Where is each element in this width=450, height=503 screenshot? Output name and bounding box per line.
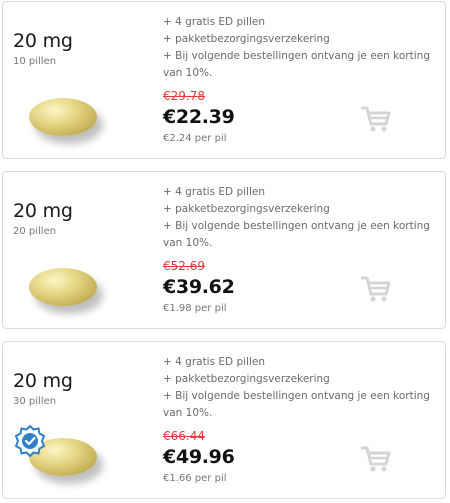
perk-item: + Bij volgende bestellingen ontvang je e… — [163, 220, 430, 232]
old-price: €29.78 — [163, 89, 205, 103]
perk-item: + pakketbezorgingsverzekering — [163, 33, 330, 45]
pill-count: 20 pillen — [13, 226, 57, 237]
old-price: €52.69 — [163, 259, 205, 273]
price-per-pill: €2.24 per pil — [163, 133, 227, 144]
offer-card: 20 mg 10 pillen + 4 gratis ED pillen + p… — [2, 1, 446, 159]
perk-item: + 4 gratis ED pillen — [163, 186, 266, 198]
price: €39.62 — [163, 276, 235, 298]
perk-item: + 4 gratis ED pillen — [163, 16, 266, 28]
offer-card: 20 mg 30 pillen + 4 gratis ED pillen + p… — [2, 341, 446, 499]
perk-item: van 10%. — [163, 407, 213, 419]
perks-list: + 4 gratis ED pillen + pakketbezorgingsv… — [163, 184, 443, 252]
price-per-pill: €1.66 per pil — [163, 473, 227, 484]
perk-item: + pakketbezorgingsverzekering — [163, 203, 330, 215]
add-to-cart-button[interactable] — [360, 105, 391, 133]
pill-count: 30 pillen — [13, 396, 57, 407]
shopping-cart-icon — [360, 106, 391, 132]
pill-count: 10 pillen — [13, 56, 57, 67]
perk-item: van 10%. — [163, 237, 213, 249]
perk-item: van 10%. — [163, 67, 213, 79]
shopping-cart-icon — [360, 276, 391, 302]
verified-badge-icon — [13, 424, 47, 458]
dose-label: 20 mg — [13, 370, 73, 392]
price: €22.39 — [163, 106, 235, 128]
dose-label: 20 mg — [13, 200, 73, 222]
perks-list: + 4 gratis ED pillen + pakketbezorgingsv… — [163, 354, 443, 422]
add-to-cart-button[interactable] — [360, 445, 391, 473]
old-price: €66.44 — [163, 429, 205, 443]
dose-label: 20 mg — [13, 30, 73, 52]
offer-card: 20 mg 20 pillen + 4 gratis ED pillen + p… — [2, 171, 446, 329]
pill-image — [29, 268, 97, 306]
perks-list: + 4 gratis ED pillen + pakketbezorgingsv… — [163, 14, 443, 82]
price: €49.96 — [163, 446, 235, 468]
perk-item: + pakketbezorgingsverzekering — [163, 373, 330, 385]
perk-item: + Bij volgende bestellingen ontvang je e… — [163, 50, 430, 62]
pill-image — [29, 98, 97, 136]
add-to-cart-button[interactable] — [360, 275, 391, 303]
price-per-pill: €1.98 per pil — [163, 303, 227, 314]
perk-item: + Bij volgende bestellingen ontvang je e… — [163, 390, 430, 402]
shopping-cart-icon — [360, 446, 391, 472]
perk-item: + 4 gratis ED pillen — [163, 356, 266, 368]
